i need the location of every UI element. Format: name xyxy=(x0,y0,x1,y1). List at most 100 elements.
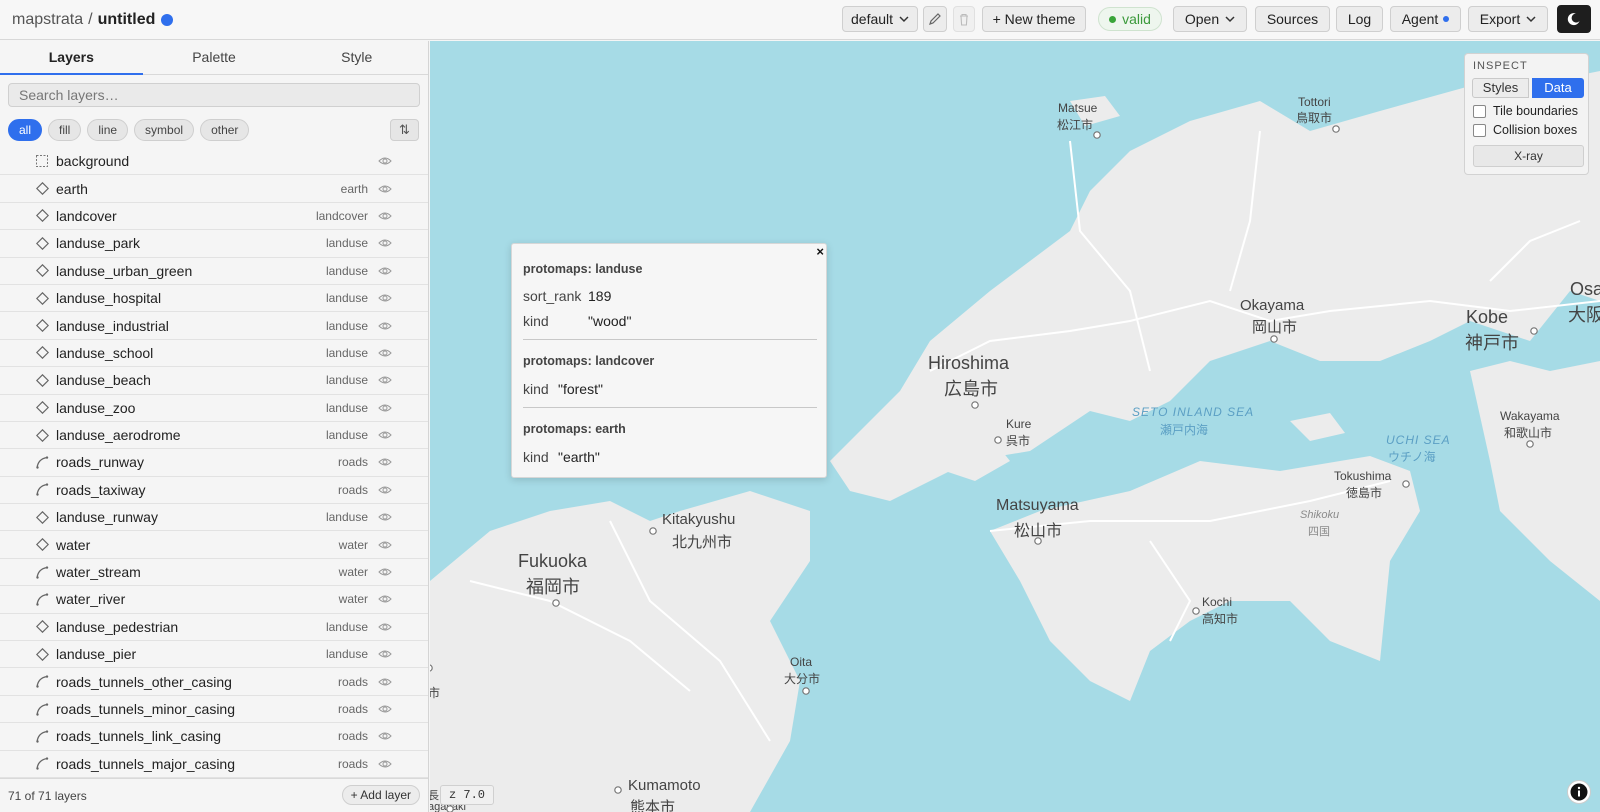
layer-row[interactable]: landuse_beach landuse xyxy=(0,367,428,395)
layer-row[interactable]: earth earth xyxy=(0,175,428,203)
label-osaka-en: Osa xyxy=(1570,279,1600,299)
eye-icon[interactable] xyxy=(378,620,392,634)
eye-icon[interactable] xyxy=(378,647,392,661)
eye-icon[interactable] xyxy=(378,319,392,333)
layer-name: roads_tunnels_other_casing xyxy=(56,673,232,690)
eye-icon[interactable] xyxy=(378,483,392,497)
eye-icon[interactable] xyxy=(378,675,392,689)
layer-row[interactable]: water water xyxy=(0,531,428,559)
chevron-down-icon xyxy=(899,16,909,23)
eye-icon[interactable] xyxy=(378,702,392,716)
eye-icon[interactable] xyxy=(378,592,392,606)
layer-row[interactable]: roads_taxiway roads xyxy=(0,477,428,505)
eye-icon[interactable] xyxy=(378,565,392,579)
layer-row[interactable]: landuse_park landuse xyxy=(0,230,428,258)
layer-row[interactable]: landuse_school landuse xyxy=(0,340,428,368)
layer-source-label: roads xyxy=(337,756,368,771)
filter-symbol[interactable]: symbol xyxy=(134,119,195,141)
collision-boxes-checkbox[interactable]: Collision boxes xyxy=(1473,123,1577,137)
open-menu-button[interactable]: Open xyxy=(1173,6,1247,32)
layer-type-fill-icon xyxy=(35,319,49,333)
popup-value: "wood" xyxy=(588,313,632,329)
eye-icon[interactable] xyxy=(378,373,392,387)
add-layer-button[interactable]: + Add layer xyxy=(341,785,420,805)
tab-style[interactable]: Style xyxy=(285,41,428,74)
agent-button[interactable]: Agent xyxy=(1390,6,1461,32)
eye-icon[interactable] xyxy=(378,729,392,743)
layer-row[interactable]: landcover landcover xyxy=(0,203,428,231)
eye-icon[interactable] xyxy=(378,346,392,360)
eye-icon[interactable] xyxy=(378,154,392,168)
close-icon[interactable]: × xyxy=(816,244,824,259)
tab-palette[interactable]: Palette xyxy=(143,41,286,74)
layer-row[interactable]: landuse_industrial landuse xyxy=(0,312,428,340)
export-menu-button[interactable]: Export xyxy=(1468,6,1548,32)
layer-name: roads_tunnels_major_casing xyxy=(56,755,235,772)
layer-row[interactable]: landuse_zoo landuse xyxy=(0,395,428,422)
filter-line[interactable]: line xyxy=(87,119,129,141)
filter-other[interactable]: other xyxy=(200,119,250,141)
theme-select[interactable]: default xyxy=(842,6,918,32)
layer-row[interactable]: landuse_pedestrian landuse xyxy=(0,614,428,642)
eye-icon[interactable] xyxy=(378,264,392,278)
eye-icon[interactable] xyxy=(378,209,392,223)
label-kobe-jp: 神戸市 xyxy=(1465,333,1519,353)
log-button[interactable]: Log xyxy=(1336,6,1383,32)
eye-icon[interactable] xyxy=(378,291,392,305)
layer-type-fill-icon xyxy=(35,428,49,442)
eye-icon[interactable] xyxy=(378,757,392,771)
layer-row[interactable]: roads_tunnels_link_casing roads xyxy=(0,723,428,751)
label-fukuoka-en: Fukuoka xyxy=(518,551,588,571)
eye-icon[interactable] xyxy=(378,455,392,469)
eye-icon[interactable] xyxy=(378,401,392,415)
layer-row[interactable]: roads_tunnels_major_casing roads xyxy=(0,751,428,778)
eye-icon[interactable] xyxy=(378,428,392,442)
tile-boundaries-checkbox[interactable]: Tile boundaries xyxy=(1473,104,1578,118)
tab-layers[interactable]: Layers xyxy=(0,41,143,75)
popup-section-header: protomaps: earth xyxy=(523,422,626,436)
layer-row[interactable]: roads_tunnels_other_casing roads xyxy=(0,668,428,696)
sources-button[interactable]: Sources xyxy=(1255,6,1330,32)
layer-search-input[interactable] xyxy=(8,83,420,107)
layer-row[interactable]: roads_tunnels_minor_casing roads xyxy=(0,696,428,724)
layer-row[interactable]: water_river water xyxy=(0,586,428,614)
xray-button[interactable]: X-ray xyxy=(1473,145,1584,167)
eye-icon[interactable] xyxy=(378,182,392,196)
layer-type-line-icon xyxy=(35,455,49,469)
filter-fill[interactable]: fill xyxy=(48,119,82,141)
layer-row[interactable]: roads_runway roads xyxy=(0,449,428,477)
label-shikoku-jp: 四国 xyxy=(1308,526,1330,538)
inspect-data-toggle[interactable]: Data xyxy=(1532,78,1584,98)
eye-icon[interactable] xyxy=(378,510,392,524)
layer-row[interactable]: landuse_aerodrome landuse xyxy=(0,422,428,450)
label-uchi-sea-jp: ウチノ海 xyxy=(1388,450,1436,464)
layer-row[interactable]: landuse_urban_green landuse xyxy=(0,258,428,285)
layer-type-background-icon xyxy=(35,154,49,168)
checkbox-box[interactable] xyxy=(1473,123,1486,137)
document-title[interactable]: untitled xyxy=(98,11,156,29)
layer-row[interactable]: landuse_hospital landuse xyxy=(0,285,428,313)
filter-all[interactable]: all xyxy=(8,119,43,141)
layer-row[interactable]: landuse_pier landuse xyxy=(0,641,428,669)
label-shikoku-en: Shikoku xyxy=(1300,509,1340,521)
app-name[interactable]: mapstrata xyxy=(12,11,83,29)
layer-list: background earth earth landcover landcover la… xyxy=(0,148,428,778)
new-theme-button[interactable]: + New theme xyxy=(982,6,1086,32)
map-info-button[interactable] xyxy=(1567,780,1591,804)
sort-toggle-button[interactable]: ⇅ xyxy=(390,119,419,141)
layer-source-label: landuse xyxy=(325,345,368,360)
label-wakayama-jp: 和歌山市 xyxy=(1504,426,1553,440)
edit-theme-button[interactable] xyxy=(923,6,947,32)
layer-count: 71 of 71 layers xyxy=(8,789,87,803)
layer-row[interactable]: water_stream water xyxy=(0,559,428,587)
layer-row[interactable]: background xyxy=(0,148,428,176)
layer-row[interactable]: landuse_runway landuse xyxy=(0,504,428,532)
delete-theme-button[interactable] xyxy=(953,6,975,32)
eye-icon[interactable] xyxy=(378,538,392,552)
popup-divider xyxy=(523,339,817,340)
eye-icon[interactable] xyxy=(378,236,392,250)
dark-mode-toggle[interactable] xyxy=(1557,5,1591,33)
checkbox-box[interactable] xyxy=(1473,104,1486,118)
layer-type-fill-icon xyxy=(35,647,49,661)
inspect-styles-toggle[interactable]: Styles xyxy=(1472,78,1529,98)
